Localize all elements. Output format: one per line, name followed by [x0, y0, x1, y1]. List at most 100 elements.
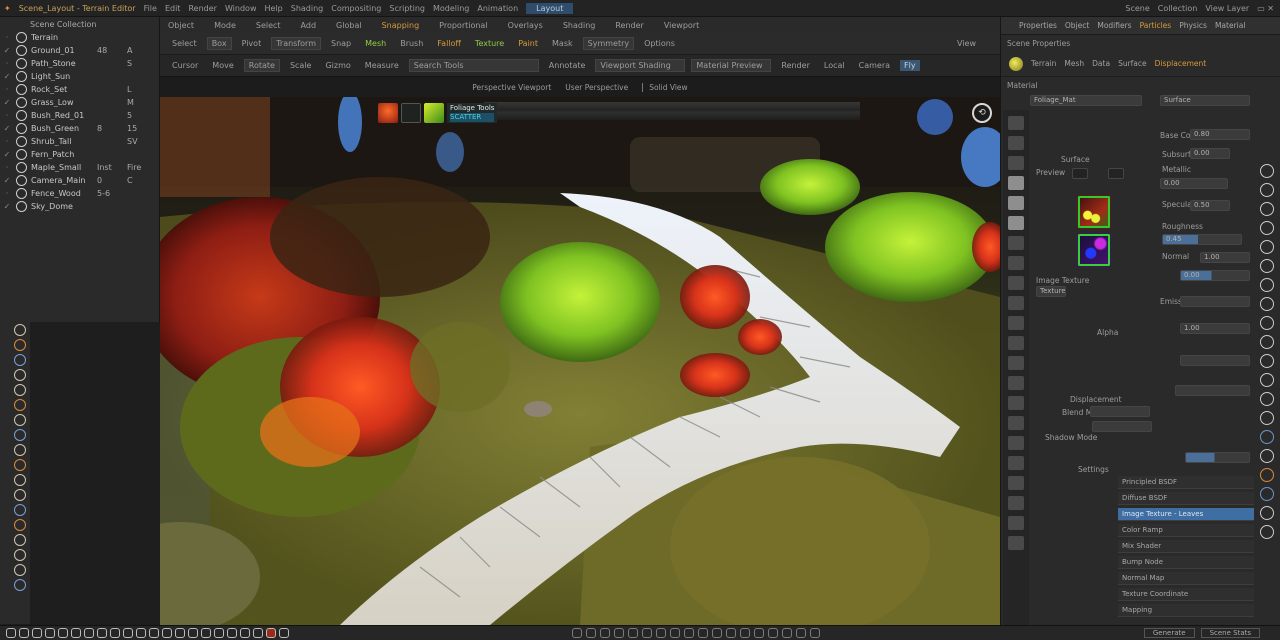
menu-file[interactable]: File	[144, 4, 157, 13]
base-color-field[interactable]: 0.80	[1190, 129, 1250, 140]
keyframe-toggle-icon[interactable]	[1260, 221, 1274, 235]
object-displacement[interactable]: Displacement	[1155, 59, 1207, 68]
status-tool-icon[interactable]	[188, 628, 198, 638]
keyframe-toggle-icon[interactable]	[1260, 259, 1274, 273]
outliner-item[interactable]: · Maple_Small Inst Fire	[0, 161, 159, 174]
material-name-field[interactable]: Foliage_Mat	[1030, 95, 1142, 106]
tool-select[interactable]: Select	[168, 38, 201, 49]
visibility-checkbox[interactable]: ·	[2, 163, 12, 172]
outliner-item[interactable]: · Bush_Red_01 5	[0, 109, 159, 122]
keyframe-toggle-icon[interactable]	[1260, 164, 1274, 178]
node-list-item[interactable]: Principled BSDF	[1118, 476, 1254, 489]
keyframe-toggle-icon[interactable]	[1260, 297, 1274, 311]
node-list-item[interactable]: Image Texture - Leaves	[1118, 508, 1254, 521]
menu-add[interactable]: Add	[297, 20, 321, 31]
status-tool-icon[interactable]	[754, 628, 764, 638]
workspace-compositing[interactable]: Compositing	[331, 4, 381, 13]
status-generate-button[interactable]: Generate	[1143, 628, 1195, 638]
node-list-item[interactable]: Diffuse BSDF	[1118, 492, 1254, 505]
properties-context-tab[interactable]	[1008, 436, 1024, 450]
subsurface-field[interactable]: 0.00	[1190, 148, 1230, 159]
scene-selector[interactable]: Scene	[1125, 4, 1149, 13]
menu-overlays[interactable]: Overlays	[504, 20, 547, 31]
tool-paint[interactable]: Paint	[514, 38, 542, 49]
keyframe-toggle-icon[interactable]	[1260, 392, 1274, 406]
preview-mode-toggle[interactable]	[1108, 168, 1124, 179]
tool-pivot[interactable]: Pivot	[238, 38, 266, 49]
visibility-checkbox[interactable]: ✓	[2, 46, 12, 55]
tool-icon[interactable]	[14, 324, 26, 336]
keyframe-toggle-icon[interactable]	[1260, 525, 1274, 539]
viewport-mode-label[interactable]: Perspective Viewport	[472, 83, 551, 92]
tool-annotate[interactable]: Annotate	[545, 60, 590, 71]
status-tool-icon[interactable]	[279, 628, 289, 638]
status-tool-icon[interactable]	[32, 628, 42, 638]
tool-gizmo[interactable]: Gizmo	[321, 60, 354, 71]
outliner-item[interactable]: · Terrain	[0, 31, 159, 44]
tool-icon[interactable]	[14, 354, 26, 366]
menu-help[interactable]: Help	[264, 4, 282, 13]
status-tool-icon[interactable]	[214, 628, 224, 638]
properties-context-tab[interactable]	[1008, 396, 1024, 410]
keyframe-toggle-icon[interactable]	[1260, 240, 1274, 254]
tool-falloff[interactable]: Falloff	[433, 38, 465, 49]
properties-context-tab[interactable]	[1008, 496, 1024, 510]
menu-window[interactable]: Window	[225, 4, 257, 13]
keyframe-toggle-icon[interactable]	[1260, 468, 1274, 482]
local-view-button[interactable]: Local	[820, 60, 849, 71]
tool-brush[interactable]: Brush	[396, 38, 427, 49]
workspace-layout-tab[interactable]: Layout	[526, 2, 574, 14]
status-tool-icon[interactable]	[782, 628, 792, 638]
properties-context-tab[interactable]	[1008, 236, 1024, 250]
preview-toggle[interactable]	[1072, 168, 1088, 179]
properties-context-tab[interactable]	[1008, 216, 1024, 230]
keyframe-toggle-icon[interactable]	[1260, 506, 1274, 520]
status-tool-icon[interactable]	[796, 628, 806, 638]
tools-search-input[interactable]: Search Tools	[408, 59, 539, 72]
status-tool-icon[interactable]	[149, 628, 159, 638]
viewport-perspective-label[interactable]: User Perspective	[565, 83, 628, 92]
outliner-item[interactable]: ✓ Light_Sun	[0, 70, 159, 83]
properties-tab-properties[interactable]: Properties	[1019, 21, 1057, 30]
tool-icon[interactable]	[14, 564, 26, 576]
fire-brush-icon[interactable]	[378, 103, 398, 123]
properties-tab-particles[interactable]: Particles	[1140, 21, 1172, 30]
tool-symmetry[interactable]: Symmetry	[582, 37, 635, 50]
node-list-item[interactable]: Bump Node	[1118, 556, 1254, 569]
status-tool-icon[interactable]	[810, 628, 820, 638]
status-tool-icon[interactable]	[628, 628, 638, 638]
outliner-item[interactable]: · Path_Stone S	[0, 57, 159, 70]
camera-view-button[interactable]: Camera	[855, 60, 894, 71]
viewport-shading-label[interactable]: Solid View	[642, 82, 688, 92]
visibility-checkbox[interactable]: ✓	[2, 202, 12, 211]
tool-snap[interactable]: Snap	[327, 38, 355, 49]
properties-context-tab[interactable]	[1008, 336, 1024, 350]
status-tool-icon[interactable]	[600, 628, 610, 638]
node-list-item[interactable]: Texture Coordinate	[1118, 588, 1254, 601]
status-tool-icon[interactable]	[71, 628, 81, 638]
fly-mode-button[interactable]: Fly	[900, 60, 920, 71]
status-tool-icon[interactable]	[19, 628, 29, 638]
properties-context-tab[interactable]	[1008, 516, 1024, 530]
tool-scale[interactable]: Scale	[286, 60, 316, 71]
outliner-item[interactable]: ✓ Camera_Main 0 C	[0, 174, 159, 187]
menu-render-mode[interactable]: Render	[611, 20, 647, 31]
menu-edit[interactable]: Edit	[165, 4, 181, 13]
properties-context-tab[interactable]	[1008, 116, 1024, 130]
visibility-checkbox[interactable]: ✓	[2, 72, 12, 81]
blend-mode-dropdown[interactable]	[1090, 406, 1150, 417]
tool-icon[interactable]	[14, 399, 26, 411]
properties-tab-physics[interactable]: Physics	[1179, 21, 1207, 30]
status-tool-icon[interactable]	[740, 628, 750, 638]
keyframe-toggle-icon[interactable]	[1260, 202, 1274, 216]
menu-shading[interactable]: Shading	[559, 20, 600, 31]
properties-context-tab[interactable]	[1008, 196, 1024, 210]
properties-tab-object[interactable]: Object	[1065, 21, 1089, 30]
properties-context-tab[interactable]	[1008, 536, 1024, 550]
collection-selector[interactable]: Collection	[1158, 4, 1198, 13]
scatter-brush-icon[interactable]	[401, 103, 421, 123]
keyframe-toggle-icon[interactable]	[1260, 316, 1274, 330]
visibility-checkbox[interactable]: ·	[2, 33, 12, 42]
outliner-item[interactable]: · Shrub_Tall SV	[0, 135, 159, 148]
status-tool-icon[interactable]	[768, 628, 778, 638]
